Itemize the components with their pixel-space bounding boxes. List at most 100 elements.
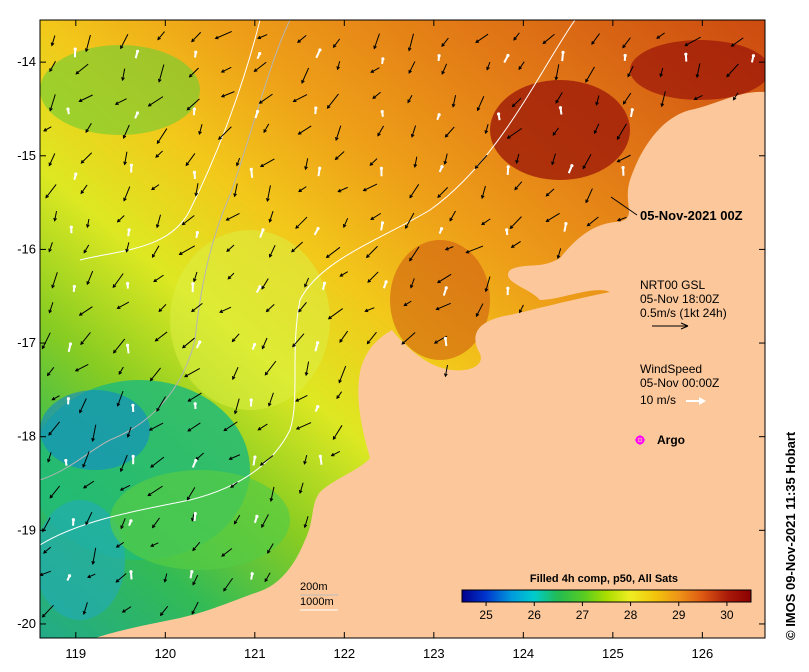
wind-arrow-head — [131, 403, 135, 407]
colorbar-tick-label: 26 — [528, 608, 542, 622]
wind-arrow-head — [506, 165, 510, 169]
wind-arrow-head — [71, 518, 75, 522]
wind-arrow-head — [316, 341, 320, 345]
wind-arrow-head — [506, 286, 510, 290]
wind-arrow-head — [135, 49, 140, 53]
wind-arrow-head — [69, 225, 73, 229]
y-tick-label: -15 — [17, 148, 36, 163]
wind-arrow-head — [261, 228, 265, 232]
wind-arrow-head — [384, 280, 388, 284]
colorbar-tick-label: 27 — [576, 608, 590, 622]
wind-arrow-head — [192, 107, 196, 111]
wind-arrow-head — [129, 163, 133, 167]
credit-label: © IMOS 09-Nov-2021 11:35 Hobart — [783, 431, 798, 640]
wind-label-line2: 05-Nov 00:00Z — [640, 376, 719, 390]
wind-arrow-head — [255, 109, 260, 114]
x-tick-label: 120 — [154, 646, 176, 661]
wind-arrow-head — [68, 342, 73, 346]
x-tick-label: 125 — [602, 646, 624, 661]
wind-arrow-head — [195, 230, 199, 235]
wind-arrow-head — [127, 228, 131, 232]
y-tick-label: -17 — [17, 335, 36, 350]
colorbar-tick-label: 28 — [624, 608, 638, 622]
wind-arrow-head — [193, 402, 197, 406]
wind-arrow-head — [129, 570, 133, 574]
wind-arrow-head — [253, 455, 257, 459]
wind-arrow-head — [440, 165, 444, 169]
wind-arrow-head — [67, 574, 72, 578]
y-tick-label: -20 — [17, 616, 36, 631]
colorbar-title: Filled 4h comp, p50, All Sats — [530, 573, 678, 585]
wind-arrow-head — [74, 172, 78, 176]
wind-arrow-head — [751, 54, 756, 58]
colorbar — [461, 589, 752, 603]
wind-arrow-head — [73, 47, 77, 51]
y-tick-label: -18 — [17, 429, 36, 444]
x-tick-label: 121 — [244, 646, 266, 661]
wind-arrow-head — [66, 397, 70, 401]
wind-arrow-head — [193, 511, 197, 516]
wind-arrow-head — [684, 52, 688, 56]
wind-arrow-head — [318, 48, 322, 52]
x-tick-label: 119 — [65, 646, 86, 661]
colorbar-tick-label: 29 — [672, 608, 686, 622]
wind-arrow-head — [444, 286, 448, 290]
x-tick-label: 124 — [512, 646, 534, 661]
isobath-label-200m: 200m — [300, 581, 328, 593]
wind-arrow-head — [558, 106, 563, 110]
y-tick-label: -14 — [17, 54, 36, 69]
wind-arrow-head — [437, 113, 441, 117]
wind-arrow-head — [135, 111, 140, 115]
wind-arrow-head — [379, 166, 384, 170]
wind-arrow-head — [190, 569, 194, 574]
wind-arrow-head — [66, 107, 70, 111]
wind-arrow-head — [380, 109, 384, 114]
wind-arrow-head — [561, 50, 565, 55]
wind-arrow-head — [194, 50, 198, 54]
y-tick-label: -19 — [17, 522, 36, 537]
wind-label-line1: WindSpeed — [640, 362, 702, 376]
wind-arrow-head — [318, 454, 322, 458]
wind-arrow-head — [250, 572, 254, 576]
wind-arrow-head — [623, 53, 627, 58]
wind-arrow-head — [505, 228, 509, 232]
wind-arrow-head — [125, 281, 130, 286]
wind-arrow-head — [255, 514, 259, 518]
x-tick-label: 123 — [423, 646, 445, 661]
colorbar-tick-label: 25 — [479, 608, 493, 622]
wind-arrow-head — [630, 108, 634, 112]
wind-arrow-head — [506, 53, 510, 58]
wind-label-line3: 10 m/s — [640, 393, 676, 407]
wind-arrow-head — [64, 458, 68, 463]
wind-arrow-head — [380, 221, 385, 225]
wind-arrow-head — [249, 398, 253, 402]
x-tick-label: 122 — [333, 646, 355, 661]
wind-arrow-head — [570, 164, 574, 168]
argo-label: Argo — [657, 433, 685, 447]
y-tick-label: -16 — [17, 241, 36, 256]
wind-arrow-head — [131, 454, 135, 458]
date-label: 05-Nov-2021 00Z — [640, 208, 743, 223]
colorbar-tick-label: 30 — [720, 608, 734, 622]
wind-arrow-head — [252, 342, 257, 347]
wind-arrow-head — [129, 519, 133, 523]
wind-arrow-head — [318, 166, 322, 170]
wind-arrow-head — [564, 222, 568, 226]
nrt-label-line2: 05-Nov 18:00Z — [640, 292, 719, 306]
wind-arrow-head — [72, 284, 76, 289]
wind-arrow-head — [258, 52, 262, 56]
wind-arrow-head — [316, 226, 320, 231]
sea-surface-temperature-map: 119 120 121 122 123 124 125 126 -14 -15 -16 -17 -18… — [17, 19, 766, 661]
x-tick-label: 126 — [691, 646, 713, 661]
wind-arrow-head — [381, 57, 385, 61]
wind-arrow-head — [437, 54, 441, 58]
wind-arrow-head — [194, 458, 198, 463]
wind-arrow-head — [258, 285, 262, 289]
wind-arrow-head — [439, 227, 444, 231]
wind-arrow-head — [191, 282, 195, 286]
wind-arrow-head — [314, 106, 318, 110]
wind-arrow-head — [322, 281, 327, 285]
wind-arrow-head — [443, 336, 448, 341]
nrt-label-line3: 0.5m/s (1kt 24h) — [640, 306, 727, 320]
wind-arrow-head — [621, 165, 625, 170]
